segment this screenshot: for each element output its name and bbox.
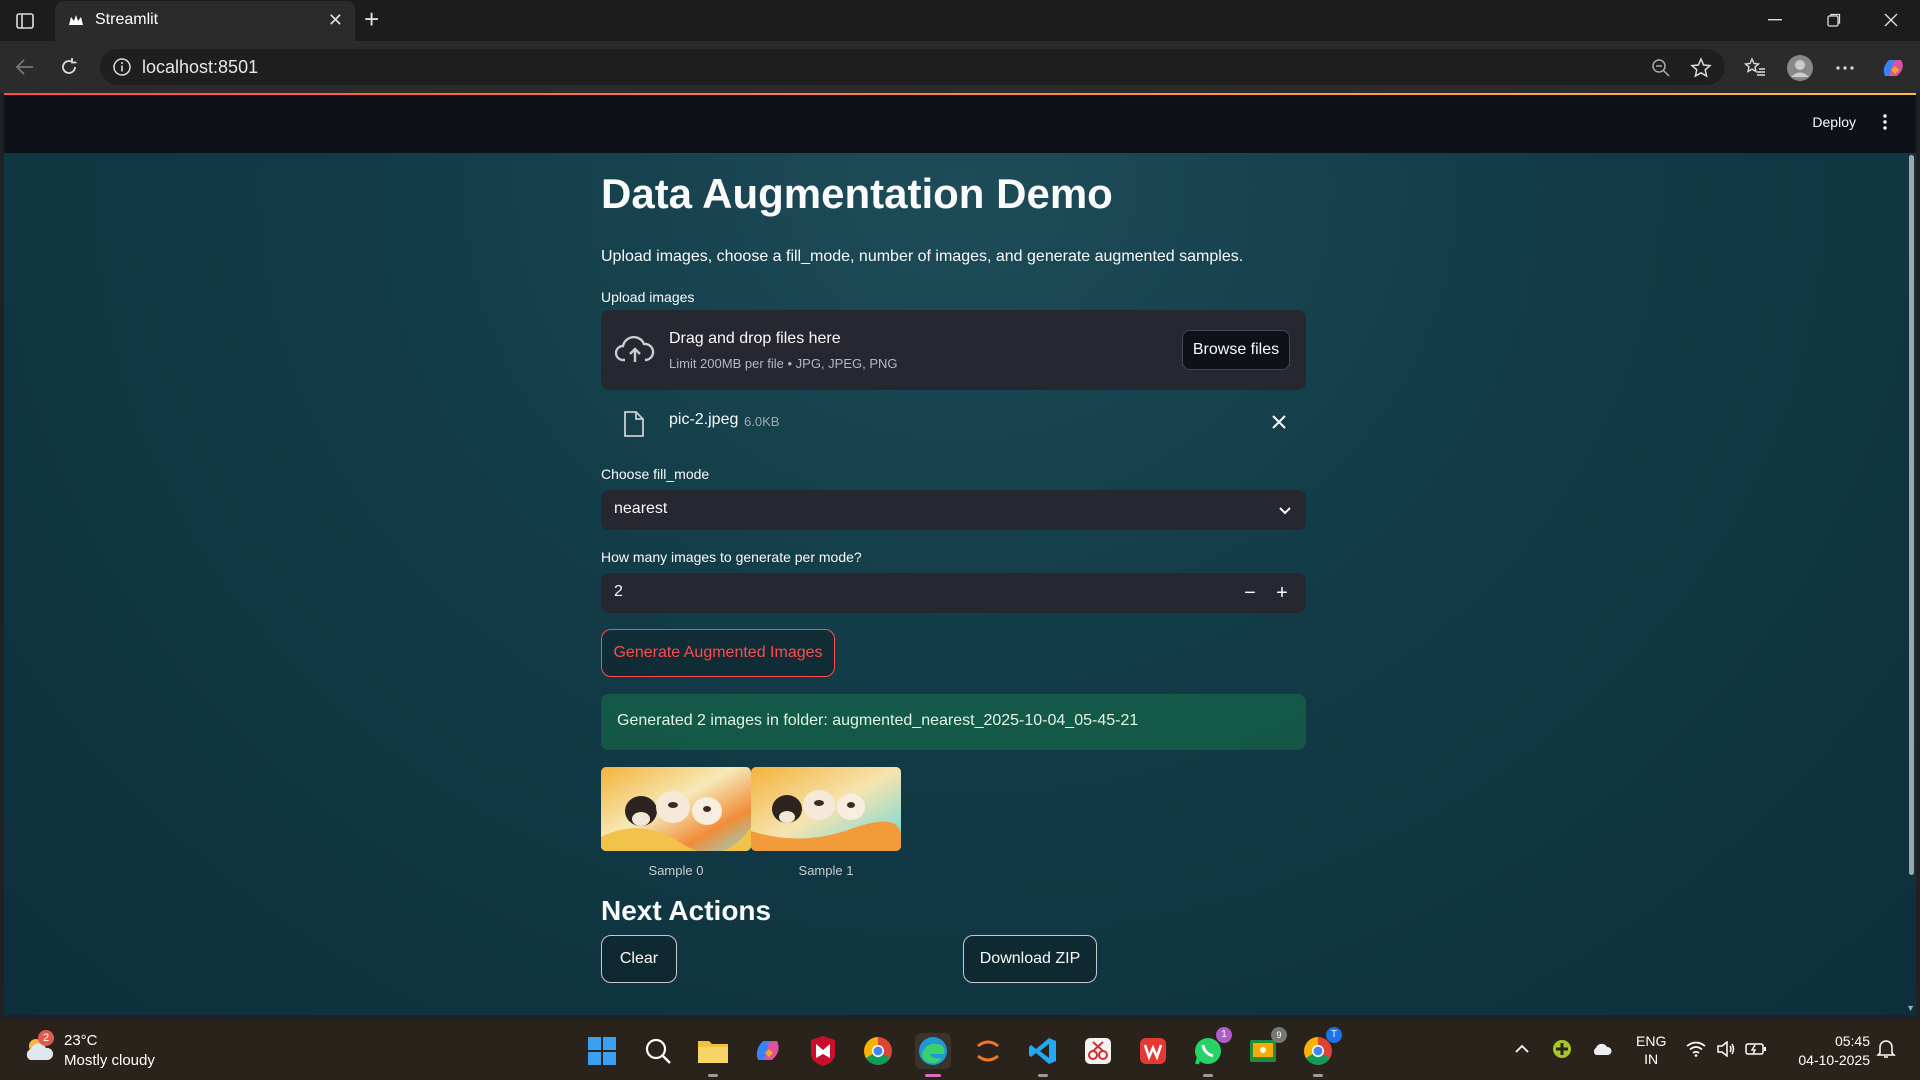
dropzone-title: Drag and drop files here: [669, 330, 841, 347]
restore-icon[interactable]: [1819, 8, 1849, 32]
page-title: Data Augmentation Demo: [601, 170, 1113, 217]
decrement-button[interactable]: −: [1234, 577, 1266, 609]
site-info-icon[interactable]: [112, 57, 132, 77]
tray-overflow-chevron-icon[interactable]: [1511, 1038, 1533, 1060]
main-menu-icon[interactable]: [1882, 112, 1888, 132]
reload-icon[interactable]: [54, 53, 84, 81]
language-indicator[interactable]: ENG IN: [1636, 1032, 1666, 1068]
count-label: How many images to generate per mode?: [601, 549, 862, 565]
whatsapp-icon[interactable]: 1: [1190, 1027, 1232, 1077]
jupyter-icon[interactable]: [970, 1033, 1006, 1069]
tab-close-icon[interactable]: ✕: [328, 11, 343, 29]
new-tab-icon[interactable]: +: [364, 6, 379, 32]
file-explorer-icon[interactable]: [695, 1033, 731, 1077]
wps-office-icon[interactable]: [1135, 1033, 1171, 1069]
zoom-icon[interactable]: [1649, 56, 1673, 80]
vscode-icon[interactable]: [1025, 1033, 1061, 1077]
file-dropzone[interactable]: Drag and drop files here Limit 200MB per…: [601, 310, 1306, 390]
increment-button[interactable]: +: [1266, 577, 1298, 609]
file-icon: [624, 411, 644, 437]
uploaded-file-item: pic-2.jpeg 6.0KB: [601, 405, 1306, 445]
chrome-profile-icon[interactable]: T: [1300, 1027, 1342, 1077]
tab-actions-icon[interactable]: [12, 9, 38, 33]
clock-date: 04-10-2025: [1798, 1052, 1870, 1068]
fill-mode-value: nearest: [614, 500, 668, 517]
favorites-list-icon[interactable]: [1740, 53, 1770, 83]
clock-time: 05:45: [1834, 1033, 1870, 1049]
generate-button[interactable]: Generate Augmented Images: [601, 629, 835, 677]
onedrive-cloud-icon[interactable]: [1591, 1038, 1613, 1060]
scroll-down-arrow-icon[interactable]: ▼: [1906, 1003, 1915, 1013]
classroom-icon[interactable]: 9: [1245, 1027, 1287, 1069]
edge-icon[interactable]: [915, 1033, 951, 1077]
tray-app-icon[interactable]: [1551, 1038, 1573, 1060]
start-icon[interactable]: [584, 1033, 620, 1069]
battery-icon[interactable]: [1745, 1038, 1767, 1060]
whatsapp-badge: 1: [1216, 1027, 1232, 1043]
minimize-icon[interactable]: [1760, 8, 1790, 32]
browser-tab[interactable]: Streamlit ✕: [55, 1, 355, 41]
count-number-input[interactable]: 2 − +: [601, 573, 1306, 613]
tab-title: Streamlit: [95, 11, 159, 28]
copilot-icon[interactable]: [1878, 53, 1908, 83]
system-clock[interactable]: 05:45 04-10-2025: [1786, 1032, 1870, 1070]
streamlit-app: Deploy ▼ Data Augmentation Demo Upload i…: [4, 95, 1916, 1015]
mcafee-icon[interactable]: [805, 1033, 841, 1069]
region-code: IN: [1644, 1051, 1659, 1067]
chrome-profile-badge: T: [1326, 1027, 1342, 1043]
profile-avatar-icon[interactable]: [1785, 53, 1815, 83]
volume-icon[interactable]: [1715, 1038, 1737, 1060]
more-menu-icon[interactable]: [1830, 53, 1860, 83]
search-icon[interactable]: [640, 1033, 676, 1069]
notifications-icon[interactable]: [1875, 1038, 1897, 1060]
upload-label: Upload images: [601, 289, 695, 305]
weather-badge: 2: [38, 1030, 54, 1046]
scrollbar-thumb[interactable]: [1909, 155, 1914, 875]
sample-image-1: Sample 1: [751, 767, 901, 878]
sample-thumbnail: [601, 767, 751, 851]
success-message: Generated 2 images in folder: augmented_…: [617, 712, 1139, 729]
taskbar: 2 23°C Mostly cloudy 1 9 T ENG IN 05:45 04…: [0, 1020, 1920, 1080]
url-text: localhost:8501: [142, 57, 259, 77]
close-window-icon[interactable]: [1876, 8, 1906, 32]
sample-thumbnail: [751, 767, 901, 851]
chevron-down-icon: [1279, 507, 1291, 515]
sample-caption: Sample 0: [648, 863, 704, 878]
wifi-icon[interactable]: [1685, 1038, 1707, 1060]
url-field[interactable]: localhost:8501: [100, 49, 1725, 85]
copilot-app-icon[interactable]: [750, 1033, 786, 1069]
sample-image-0: Sample 0: [601, 767, 751, 878]
weather-condition[interactable]: Mostly cloudy: [64, 1052, 155, 1069]
favorite-star-icon[interactable]: [1689, 56, 1713, 80]
app-header: Deploy: [4, 95, 1916, 153]
clear-button[interactable]: Clear: [601, 935, 677, 983]
dropzone-limit: Limit 200MB per file • JPG, JPEG, PNG: [669, 356, 898, 371]
back-icon[interactable]: [10, 53, 40, 81]
browse-files-button[interactable]: Browse files: [1182, 330, 1290, 370]
success-alert: Generated 2 images in folder: augmented_…: [601, 694, 1306, 750]
language-code: ENG: [1636, 1033, 1667, 1049]
streamlit-crown-icon: [69, 15, 83, 25]
file-name: pic-2.jpeg: [669, 411, 739, 428]
count-value[interactable]: 2: [614, 583, 623, 601]
fill-mode-label: Choose fill_mode: [601, 466, 710, 482]
browser-tab-bar: Streamlit ✕ +: [0, 0, 1920, 41]
weather-temperature[interactable]: 23°C: [64, 1032, 98, 1049]
fill-mode-select[interactable]: nearest: [601, 490, 1306, 530]
sample-caption: Sample 1: [798, 863, 854, 878]
cloud-upload-icon: [615, 335, 655, 362]
page-subtitle: Upload images, choose a fill_mode, numbe…: [601, 248, 1244, 265]
deploy-button[interactable]: Deploy: [1812, 114, 1856, 130]
chrome-icon[interactable]: [860, 1033, 896, 1069]
snipping-tool-icon[interactable]: [1080, 1033, 1116, 1069]
next-actions-heading: Next Actions: [601, 895, 772, 926]
download-zip-button[interactable]: Download ZIP: [963, 935, 1097, 983]
file-size: 6.0KB: [744, 414, 780, 429]
browser-address-bar: localhost:8501: [0, 41, 1920, 93]
remove-file-icon[interactable]: [1270, 413, 1288, 431]
